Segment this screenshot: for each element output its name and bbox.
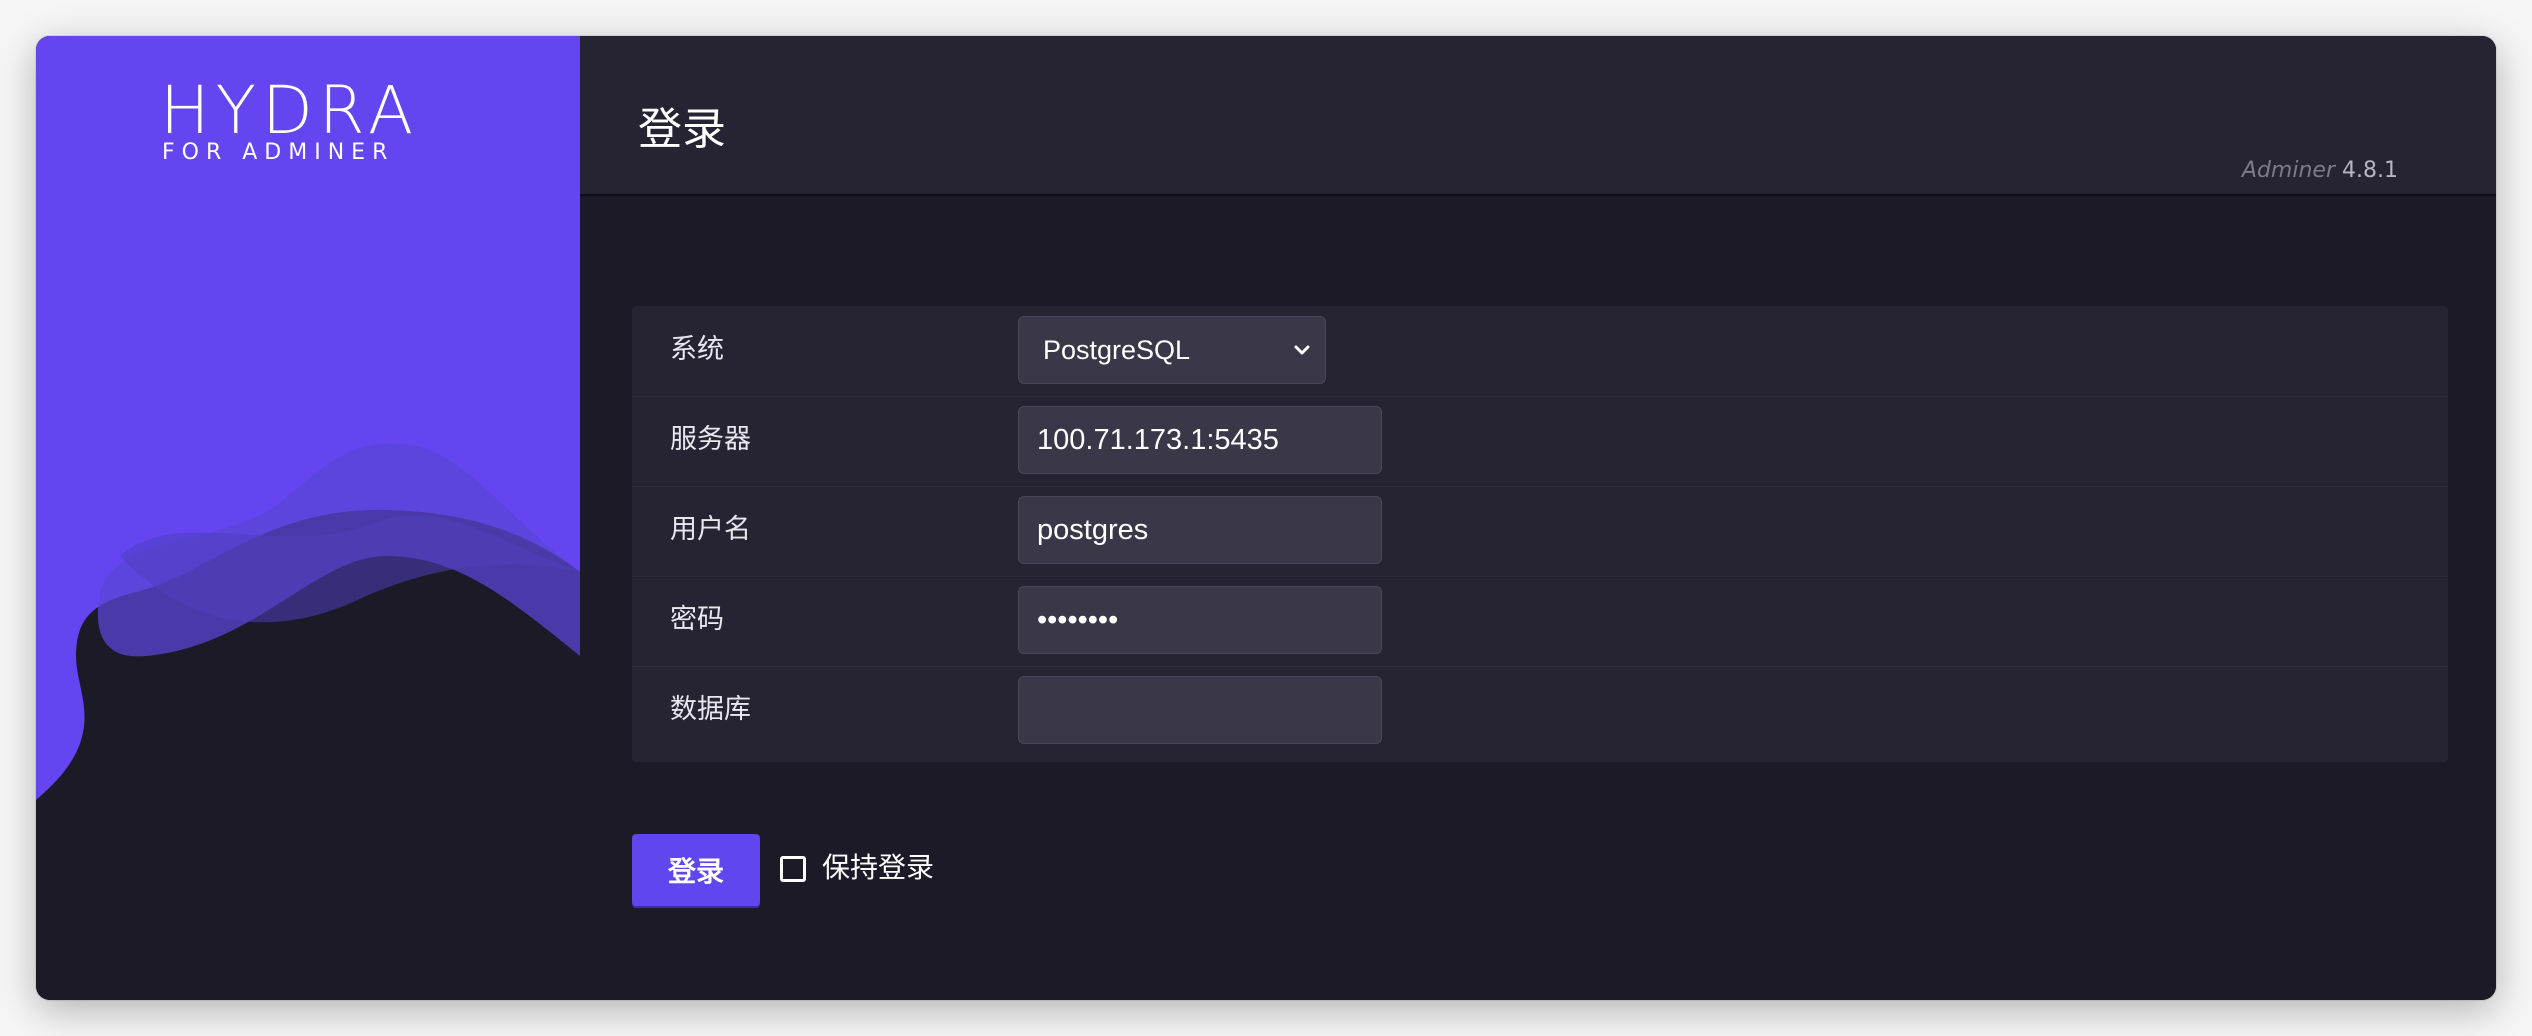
system-select-value: PostgreSQL: [1043, 335, 1191, 365]
database-input[interactable]: [1018, 676, 1382, 744]
login-button[interactable]: 登录: [632, 834, 760, 906]
password-label: 密码: [670, 604, 724, 635]
sidebar: HYDRA FOR ADMINER: [36, 36, 580, 1000]
remember-checkbox[interactable]: [780, 856, 806, 882]
chevron-down-icon: [1294, 345, 1310, 355]
logo-subtitle: FOR ADMINER: [162, 140, 395, 165]
app-window: HYDRA FOR ADMINER 登录 Adminer 4.8.1 系统 Po…: [36, 36, 2496, 1000]
version-number: 4.8.1: [2342, 158, 2398, 183]
username-input[interactable]: [1018, 496, 1382, 564]
version-info: Adminer 4.8.1: [2242, 158, 2398, 183]
server-input[interactable]: [1018, 406, 1382, 474]
form-row-database: 数据库: [632, 666, 2448, 756]
page-title: 登录: [638, 104, 726, 155]
login-form: 系统 PostgreSQL 服务器 用户名 密码: [632, 306, 2448, 762]
system-select[interactable]: PostgreSQL: [1018, 316, 1326, 384]
database-label: 数据库: [670, 694, 751, 725]
version-brand: Adminer: [2241, 158, 2336, 183]
server-label: 服务器: [670, 424, 751, 455]
system-label: 系统: [670, 334, 724, 365]
hydra-logo: HYDRA FOR ADMINER: [160, 72, 450, 166]
form-row-server: 服务器: [632, 396, 2448, 487]
form-row-password: 密码: [632, 576, 2448, 667]
remember-label[interactable]: 保持登录: [822, 850, 934, 886]
sidebar-wave-illustration: [36, 36, 580, 1000]
main-content: 登录 Adminer 4.8.1 系统 PostgreSQL 服务器 100.7…: [580, 36, 2496, 1000]
form-row-username: 用户名: [632, 486, 2448, 577]
form-row-system: 系统 PostgreSQL: [632, 306, 2448, 397]
logo-word: HYDRA: [160, 72, 420, 149]
page-header: 登录 Adminer 4.8.1: [580, 36, 2496, 196]
password-input[interactable]: [1018, 586, 1382, 654]
username-label: 用户名: [670, 514, 751, 545]
